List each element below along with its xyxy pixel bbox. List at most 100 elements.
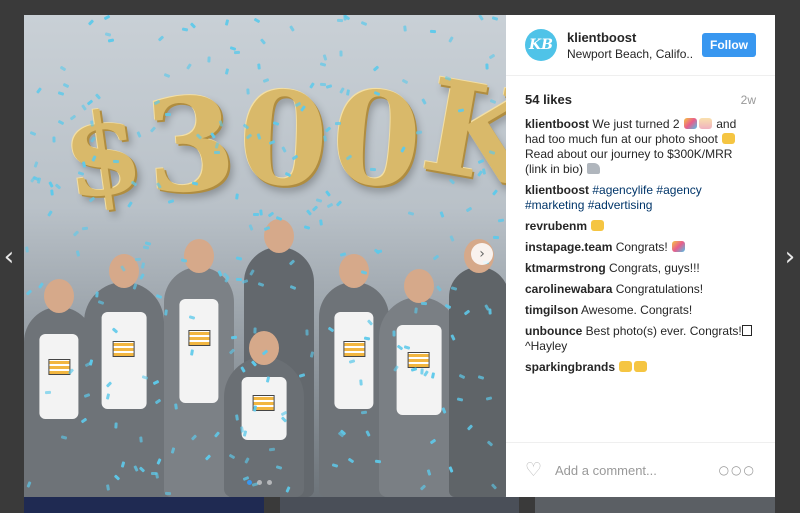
comment-username[interactable]: carolinewabara <box>525 282 612 296</box>
comment-item: sparkingbrands <box>525 360 756 375</box>
birthday-cake-emoji-icon <box>698 118 712 129</box>
previous-post-chevron-left-icon[interactable]: ‹ <box>2 243 16 271</box>
person <box>84 254 164 497</box>
confetti-piece <box>207 56 211 63</box>
confetti-piece <box>181 27 189 32</box>
confetti-piece <box>35 87 42 94</box>
hashtag-link[interactable]: #advertising <box>588 198 653 212</box>
confetti-piece <box>403 25 408 32</box>
comment-text: Awesome. Congrats! <box>581 303 693 317</box>
party-popper-emoji-icon <box>672 241 686 252</box>
comment-username[interactable]: timgilson <box>525 303 578 317</box>
comment-text: Congrats! <box>615 240 668 254</box>
carousel-dot <box>257 480 262 485</box>
caption-text-3: Read about our journey to $300K/MRR (lin… <box>525 147 733 176</box>
carousel-dots <box>247 480 272 485</box>
photo-next-chevron-right-icon[interactable]: › <box>471 243 493 265</box>
avatar[interactable]: KB <box>525 29 557 61</box>
unknown-glyph-box-icon <box>741 325 752 336</box>
comment-username[interactable]: unbounce <box>525 324 582 338</box>
background-thumbnails <box>24 497 776 513</box>
post-sidebar: KB klientboost Newport Beach, Califo.. F… <box>506 15 775 497</box>
caption-text-1: We just turned 2 <box>592 117 680 131</box>
confetti-piece <box>360 20 368 27</box>
post-modal: $ 3 0 0 K › KB klientboost Newport Beach… <box>24 15 775 497</box>
post-photo[interactable]: $ 3 0 0 K › <box>24 15 506 497</box>
balloon-0a: 0 <box>236 63 331 217</box>
person <box>379 269 459 497</box>
confetti-piece <box>29 175 36 183</box>
confetti-piece <box>322 54 328 62</box>
caption: klientboost We just turned 2 and had too… <box>525 117 756 177</box>
user-info: klientboost Newport Beach, Califo.. <box>567 30 702 61</box>
comment-text: Congratulations! <box>615 282 704 296</box>
confetti-piece <box>343 15 347 22</box>
person <box>224 331 304 497</box>
post-header: KB klientboost Newport Beach, Califo.. F… <box>506 15 775 76</box>
clapping-hands-emoji-icon <box>591 220 605 231</box>
party-popper-emoji-icon <box>683 118 697 129</box>
comment-item: revrubenm <box>525 219 756 234</box>
confetti-piece <box>36 177 41 185</box>
thumbnail[interactable] <box>279 497 520 513</box>
comment-username[interactable]: klientboost <box>525 183 589 197</box>
location-link[interactable]: Newport Beach, Califo.. <box>567 47 702 61</box>
comment-item: carolinewabara Congratulations! <box>525 282 756 297</box>
confetti-piece <box>30 131 37 137</box>
comment-item: instapage.team Congrats! <box>525 240 756 255</box>
thumbnail[interactable] <box>24 497 264 513</box>
confetti-piece <box>488 53 496 60</box>
confetti-piece <box>224 18 230 26</box>
confetti-piece <box>186 63 193 70</box>
confetti-piece <box>54 183 61 190</box>
confetti-piece <box>430 29 437 34</box>
confetti-piece <box>157 35 164 42</box>
confetti-piece <box>260 38 267 45</box>
confetti-piece <box>491 16 499 22</box>
hashtag-comment: klientboost #agencylife #agency #marketi… <box>525 183 756 213</box>
comment-username[interactable]: ktmarmstrong <box>525 261 606 275</box>
confetti-piece <box>103 15 111 21</box>
comment-item: timgilson Awesome. Congrats! <box>525 303 756 318</box>
comment-text: Best photo(s) ever. Congrats! <box>585 324 742 338</box>
carousel-dot <box>267 480 272 485</box>
hashtag-link[interactable]: #marketing <box>525 198 584 212</box>
balloon-k: K <box>412 50 506 218</box>
username-link[interactable]: klientboost <box>567 30 702 45</box>
balloon-0b: 0 <box>326 62 427 218</box>
follow-button[interactable]: Follow <box>702 33 756 57</box>
add-comment-bar: ♡ Add a comment... ○○○ <box>506 442 775 497</box>
confetti-piece <box>229 46 236 51</box>
caption-username[interactable]: klientboost <box>525 117 589 131</box>
confetti-piece <box>289 24 295 32</box>
confetti-piece <box>254 18 261 24</box>
comment-username[interactable]: revrubenm <box>525 219 587 233</box>
more-options-icon[interactable]: ○○○ <box>719 463 756 477</box>
comment-item: unbounce Best photo(s) ever. Congrats! ^… <box>525 324 756 354</box>
confetti-piece <box>339 50 343 57</box>
clapping-hands-emoji-icon <box>619 361 633 372</box>
confetti-piece <box>190 22 197 29</box>
confetti-piece <box>52 136 56 143</box>
clapping-hands-emoji-icon <box>634 361 648 372</box>
comment-username[interactable]: instapage.team <box>525 240 612 254</box>
post-meta: 54 likes 2w <box>506 76 775 107</box>
post-time[interactable]: 2w <box>741 93 756 107</box>
rocket-emoji-icon <box>587 163 601 174</box>
hashtag-link[interactable]: #agencylife <box>592 183 653 197</box>
confetti-piece <box>48 181 55 189</box>
hashtag-link[interactable]: #agency <box>656 183 701 197</box>
heart-icon[interactable]: ♡ <box>525 461 543 480</box>
confetti-piece <box>447 35 454 43</box>
laughing-face-emoji-icon <box>722 133 736 144</box>
likes-count[interactable]: 54 likes <box>525 92 572 107</box>
thumbnail[interactable] <box>535 497 776 513</box>
comments-list: klientboost We just turned 2 and had too… <box>506 107 775 497</box>
add-comment-input[interactable]: Add a comment... <box>555 463 719 478</box>
confetti-piece <box>87 19 95 26</box>
next-post-chevron-right-icon[interactable]: › <box>783 243 797 271</box>
carousel-dot-active <box>247 480 252 485</box>
confetti-piece <box>33 161 39 168</box>
confetti-piece <box>336 18 343 22</box>
comment-username[interactable]: sparkingbrands <box>525 360 615 374</box>
